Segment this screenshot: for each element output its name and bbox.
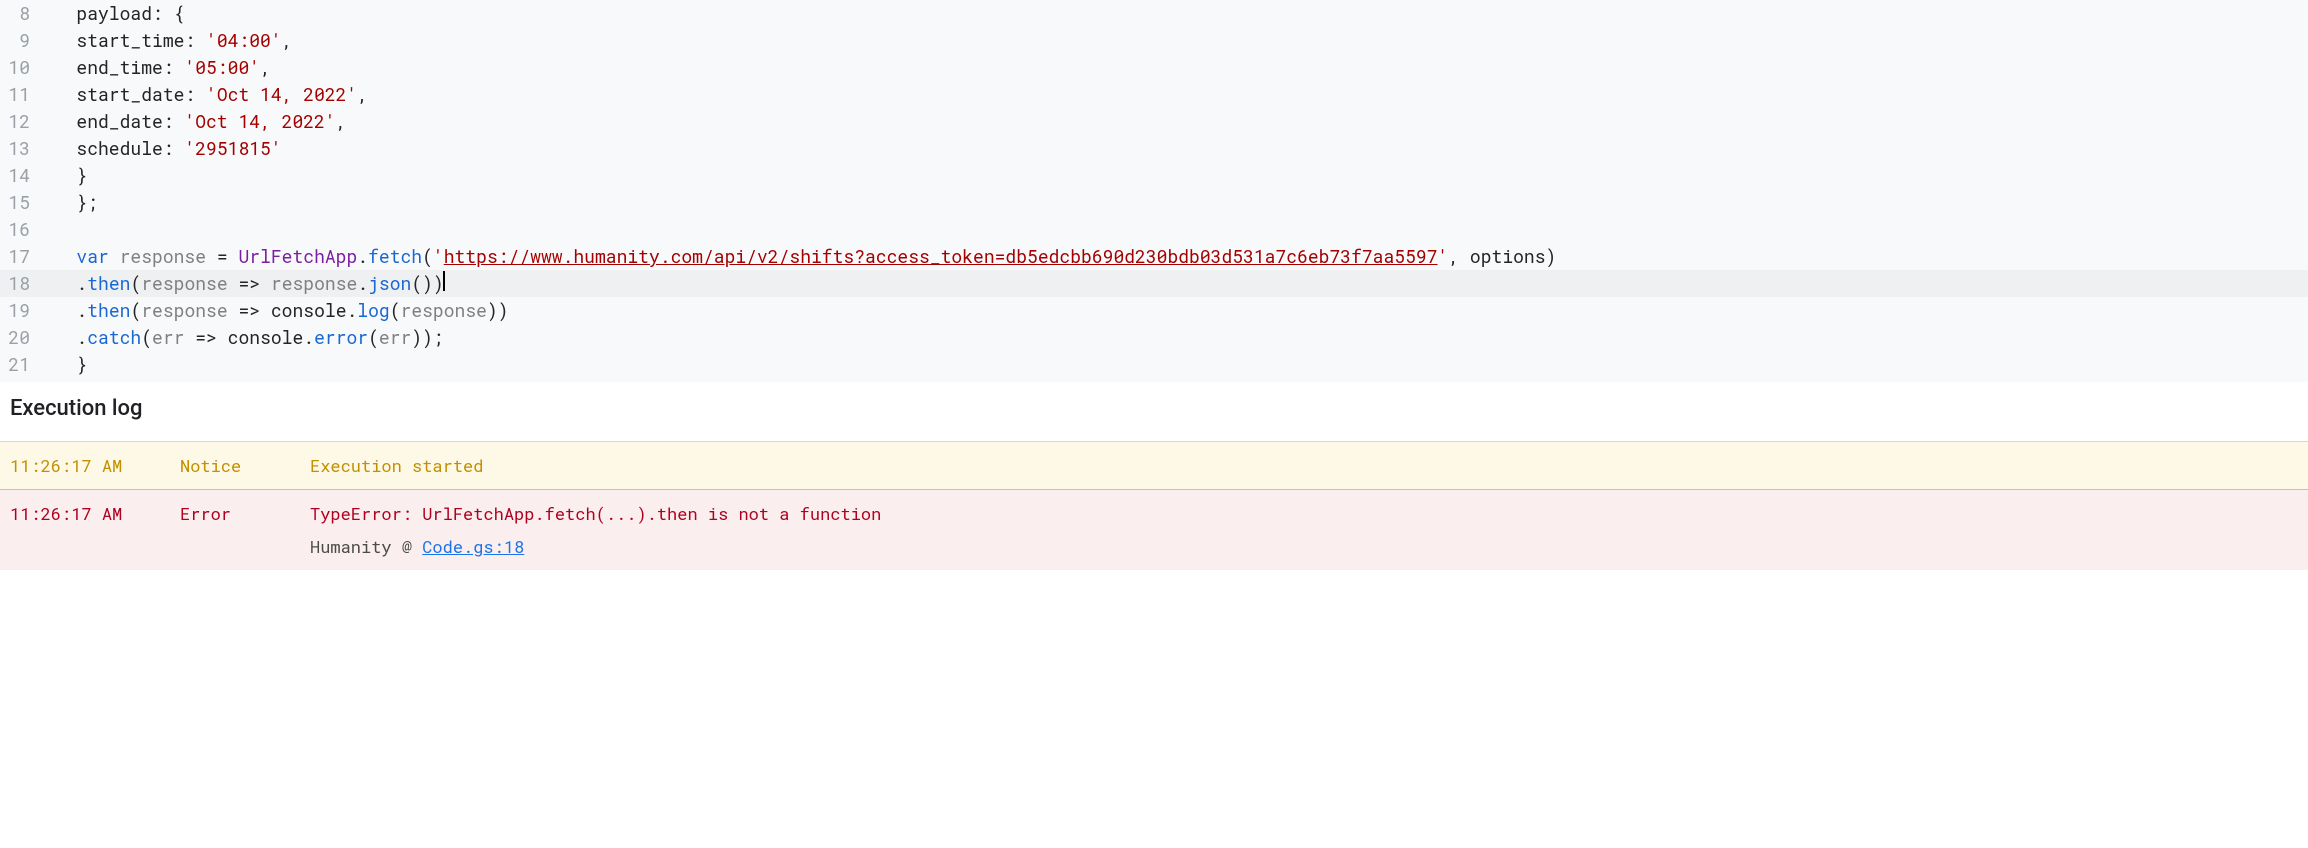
line-number: 17 [0, 243, 44, 270]
text-cursor [443, 271, 445, 291]
code-line[interactable]: 14 } [0, 162, 2308, 189]
code-line[interactable]: 13 schedule: '2951815' [0, 135, 2308, 162]
code-content[interactable]: } [44, 162, 2308, 189]
log-timestamp: 11:26:17 AM [10, 502, 180, 525]
log-entry-notice: 11:26:17 AMNoticeExecution started [0, 441, 2308, 489]
code-line[interactable]: 8 payload: { [0, 0, 2308, 27]
code-content[interactable] [44, 216, 2308, 243]
line-number: 19 [0, 297, 44, 324]
stack-trace-link[interactable]: Code.gs:18 [422, 535, 524, 558]
execution-log-title: Execution log [0, 382, 2308, 441]
line-number: 16 [0, 216, 44, 243]
line-number: 11 [0, 81, 44, 108]
line-number: 18 [0, 270, 44, 297]
code-content[interactable]: .catch(err => console.error(err)); [44, 324, 2308, 351]
code-line[interactable]: 9 start_time: '04:00', [0, 27, 2308, 54]
code-content[interactable]: start_date: 'Oct 14, 2022', [44, 81, 2308, 108]
code-line[interactable]: 12 end_date: 'Oct 14, 2022', [0, 108, 2308, 135]
code-content[interactable]: schedule: '2951815' [44, 135, 2308, 162]
line-number: 15 [0, 189, 44, 216]
code-line[interactable]: 18 .then(response => response.json()) [0, 270, 2308, 297]
line-number: 12 [0, 108, 44, 135]
log-message: TypeError: UrlFetchApp.fetch(...).then i… [310, 502, 2298, 558]
code-line[interactable]: 10 end_time: '05:00', [0, 54, 2308, 81]
log-entry-error: 11:26:17 AMErrorTypeError: UrlFetchApp.f… [0, 489, 2308, 570]
code-editor[interactable]: 8 payload: {9 start_time: '04:00',10 end… [0, 0, 2308, 382]
log-timestamp: 11:26:17 AM [10, 454, 180, 477]
code-line[interactable]: 16 [0, 216, 2308, 243]
code-content[interactable]: .then(response => console.log(response)) [44, 297, 2308, 324]
code-content[interactable]: } [44, 351, 2308, 378]
execution-log-panel: Execution log 11:26:17 AMNoticeExecution… [0, 382, 2308, 570]
log-stack-trace: Humanity @ Code.gs:18 [310, 535, 2298, 558]
line-number: 14 [0, 162, 44, 189]
line-number: 21 [0, 351, 44, 378]
line-number: 10 [0, 54, 44, 81]
code-line[interactable]: 19 .then(response => console.log(respons… [0, 297, 2308, 324]
line-number: 8 [0, 0, 44, 27]
log-level: Notice [180, 454, 310, 477]
log-message: Execution started [310, 454, 2298, 477]
line-number: 20 [0, 324, 44, 351]
code-line[interactable]: 11 start_date: 'Oct 14, 2022', [0, 81, 2308, 108]
code-line[interactable]: 15 }; [0, 189, 2308, 216]
code-content[interactable]: payload: { [44, 0, 2308, 27]
code-content[interactable]: end_date: 'Oct 14, 2022', [44, 108, 2308, 135]
code-line[interactable]: 21 } [0, 351, 2308, 378]
line-number: 13 [0, 135, 44, 162]
code-line[interactable]: 20 .catch(err => console.error(err)); [0, 324, 2308, 351]
code-content[interactable]: .then(response => response.json()) [44, 270, 2308, 297]
code-content[interactable]: start_time: '04:00', [44, 27, 2308, 54]
code-content[interactable]: }; [44, 189, 2308, 216]
code-line[interactable]: 17 var response = UrlFetchApp.fetch('htt… [0, 243, 2308, 270]
line-number: 9 [0, 27, 44, 54]
code-content[interactable]: end_time: '05:00', [44, 54, 2308, 81]
code-content[interactable]: var response = UrlFetchApp.fetch('https:… [44, 243, 2308, 270]
log-level: Error [180, 502, 310, 525]
